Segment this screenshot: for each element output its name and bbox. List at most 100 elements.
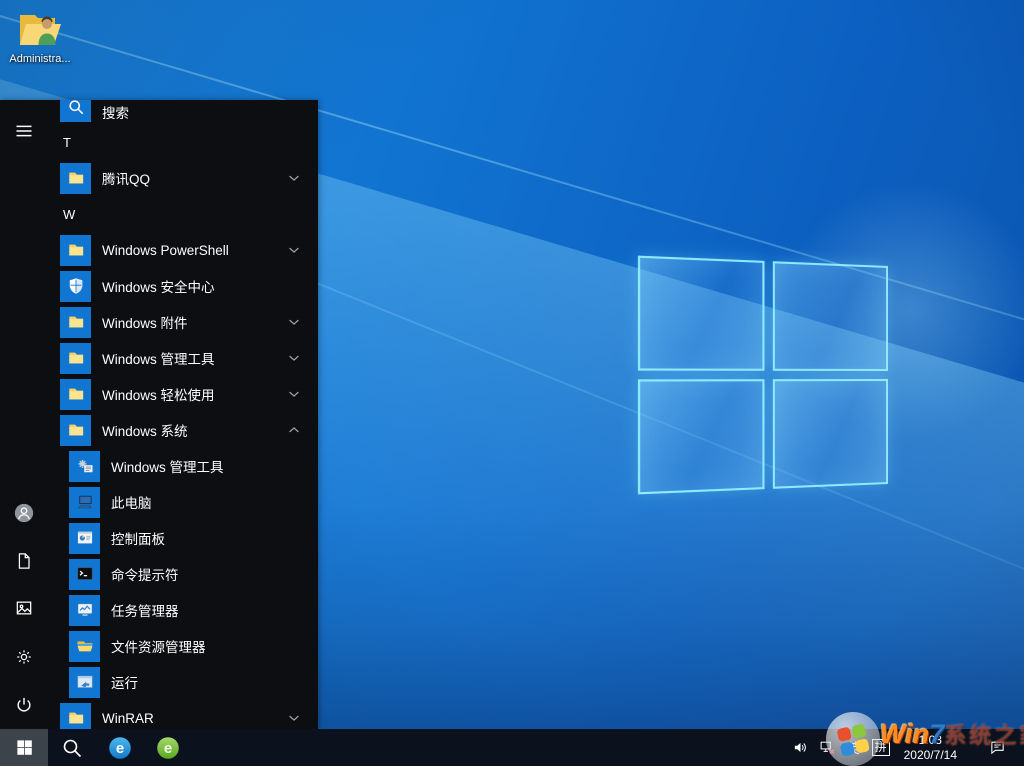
ime-pinyin-label: 拼	[872, 739, 890, 756]
search-icon	[60, 100, 91, 122]
power-button[interactable]	[13, 694, 35, 716]
documents-button[interactable]	[13, 550, 35, 572]
cmd-icon	[69, 559, 100, 590]
chevron-down-icon[interactable]	[287, 351, 301, 365]
clock-time: 1:08	[919, 733, 942, 748]
speaker-icon	[792, 739, 809, 756]
start-menu-item[interactable]: Windows 附件	[48, 304, 318, 340]
pictures-button[interactable]	[13, 597, 35, 619]
start-menu: 搜索 T 腾讯QQ W Windows PowerShell Windows 安全中心 Wi…	[0, 100, 318, 729]
browser-blue-e-icon: e	[108, 736, 132, 760]
taskbar: ee 英 拼 1:08 2020/7/1	[0, 729, 1024, 766]
start-menu-item-label: Windows 轻松使用	[102, 384, 215, 404]
browser-green-e-icon: e	[156, 736, 180, 760]
start-menu-item[interactable]: 任务管理器	[48, 592, 318, 628]
ime-pinyin-indicator[interactable]: 拼	[866, 729, 896, 766]
section-header-label: T	[63, 135, 71, 150]
run-icon	[69, 667, 100, 698]
start-menu-item-label: 腾讯QQ	[102, 168, 150, 188]
svg-text:e: e	[116, 740, 124, 757]
file-explorer-icon	[69, 631, 100, 662]
hamburger-icon	[14, 121, 34, 141]
network-button[interactable]	[814, 729, 841, 766]
start-menu-item[interactable]: 命令提示符	[48, 556, 318, 592]
folder-icon	[60, 703, 91, 730]
start-menu-item-label: 运行	[111, 672, 138, 692]
document-icon	[14, 551, 34, 571]
task-manager-icon	[69, 595, 100, 626]
gear-icon	[14, 647, 34, 667]
ime-english-label: 英	[847, 738, 860, 757]
system-tray: 英 拼 1:08 2020/7/14	[787, 729, 1024, 766]
start-menu-item-label: Windows PowerShell	[102, 243, 229, 258]
section-header-label: W	[63, 207, 75, 222]
start-menu-item[interactable]: Windows 轻松使用	[48, 376, 318, 412]
windows-logo	[638, 256, 888, 495]
start-menu-item[interactable]: 腾讯QQ	[48, 160, 318, 196]
start-menu-item[interactable]: Windows PowerShell	[48, 232, 318, 268]
start-menu-item[interactable]: Windows 管理工具	[48, 340, 318, 376]
start-menu-item-label: 任务管理器	[111, 600, 179, 620]
ime-english-indicator[interactable]: 英	[841, 729, 866, 766]
folder-icon	[60, 415, 91, 446]
start-menu-item[interactable]: Windows 管理工具	[48, 448, 318, 484]
chevron-down-icon[interactable]	[287, 711, 301, 725]
start-menu-item[interactable]: 此电脑	[48, 484, 318, 520]
start-menu-item[interactable]: 运行	[48, 664, 318, 700]
chevron-down-icon[interactable]	[287, 315, 301, 329]
desktop-icon-administrator[interactable]: Administra...	[2, 8, 78, 66]
chevron-down-icon[interactable]	[287, 243, 301, 257]
windows-logo-pane	[773, 379, 888, 489]
start-menu-item[interactable]: Windows 系统	[48, 412, 318, 448]
start-menu-item-label: WinRAR	[102, 711, 154, 726]
windows-logo-icon	[15, 738, 34, 757]
power-icon	[14, 695, 34, 715]
start-menu-item-label: Windows 管理工具	[111, 456, 224, 476]
menu-hamburger-button[interactable]	[13, 120, 35, 142]
user-account-button[interactable]	[12, 501, 36, 525]
chevron-down-icon[interactable]	[287, 171, 301, 185]
pictures-icon	[14, 598, 34, 618]
admin-tools-icon	[69, 451, 100, 482]
taskbar-clock[interactable]: 1:08 2020/7/14	[896, 729, 965, 766]
start-menu-item-label: 搜索	[102, 102, 129, 122]
start-button[interactable]	[0, 729, 48, 766]
start-menu-item[interactable]: Windows 安全中心	[48, 268, 318, 304]
start-menu-item[interactable]: 搜索	[48, 100, 318, 124]
start-menu-item-label: 命令提示符	[111, 564, 179, 584]
start-menu-item-label: 此电脑	[111, 492, 152, 512]
control-panel-icon	[69, 523, 100, 554]
network-disconnected-icon	[819, 739, 836, 756]
user-folder-icon	[16, 8, 64, 52]
start-menu-item-label: 文件资源管理器	[111, 636, 206, 656]
start-menu-item-label: 控制面板	[111, 528, 165, 548]
browser-green-e-button[interactable]: e	[144, 729, 192, 766]
start-menu-section-header[interactable]: T	[48, 124, 318, 160]
start-menu-list: 搜索 T 腾讯QQ W Windows PowerShell Windows 安全中心 Wi…	[48, 100, 318, 729]
folder-icon	[60, 163, 91, 194]
desktop-icon-label: Administra...	[2, 53, 78, 66]
start-menu-section-header[interactable]: W	[48, 196, 318, 232]
windows-logo-pane	[638, 379, 765, 494]
volume-button[interactable]	[787, 729, 814, 766]
action-center-icon	[989, 739, 1006, 756]
start-menu-rail	[0, 100, 48, 729]
taskbar-search-button[interactable]	[48, 729, 96, 766]
folder-icon	[60, 307, 91, 338]
start-menu-item[interactable]: WinRAR	[48, 700, 318, 729]
chevron-down-icon[interactable]	[287, 387, 301, 401]
folder-icon	[60, 343, 91, 374]
clock-date: 2020/7/14	[904, 748, 957, 763]
chevron-up-icon[interactable]	[287, 423, 301, 437]
folder-icon	[60, 235, 91, 266]
this-pc-icon	[69, 487, 100, 518]
settings-button[interactable]	[13, 646, 35, 668]
action-center-button[interactable]	[977, 729, 1018, 766]
start-menu-item-label: Windows 系统	[102, 420, 188, 440]
folder-icon	[60, 379, 91, 410]
start-menu-item-label: Windows 安全中心	[102, 276, 215, 296]
start-menu-item[interactable]: 控制面板	[48, 520, 318, 556]
browser-blue-e-button[interactable]: e	[96, 729, 144, 766]
windows-logo-pane	[773, 261, 888, 371]
start-menu-item[interactable]: 文件资源管理器	[48, 628, 318, 664]
